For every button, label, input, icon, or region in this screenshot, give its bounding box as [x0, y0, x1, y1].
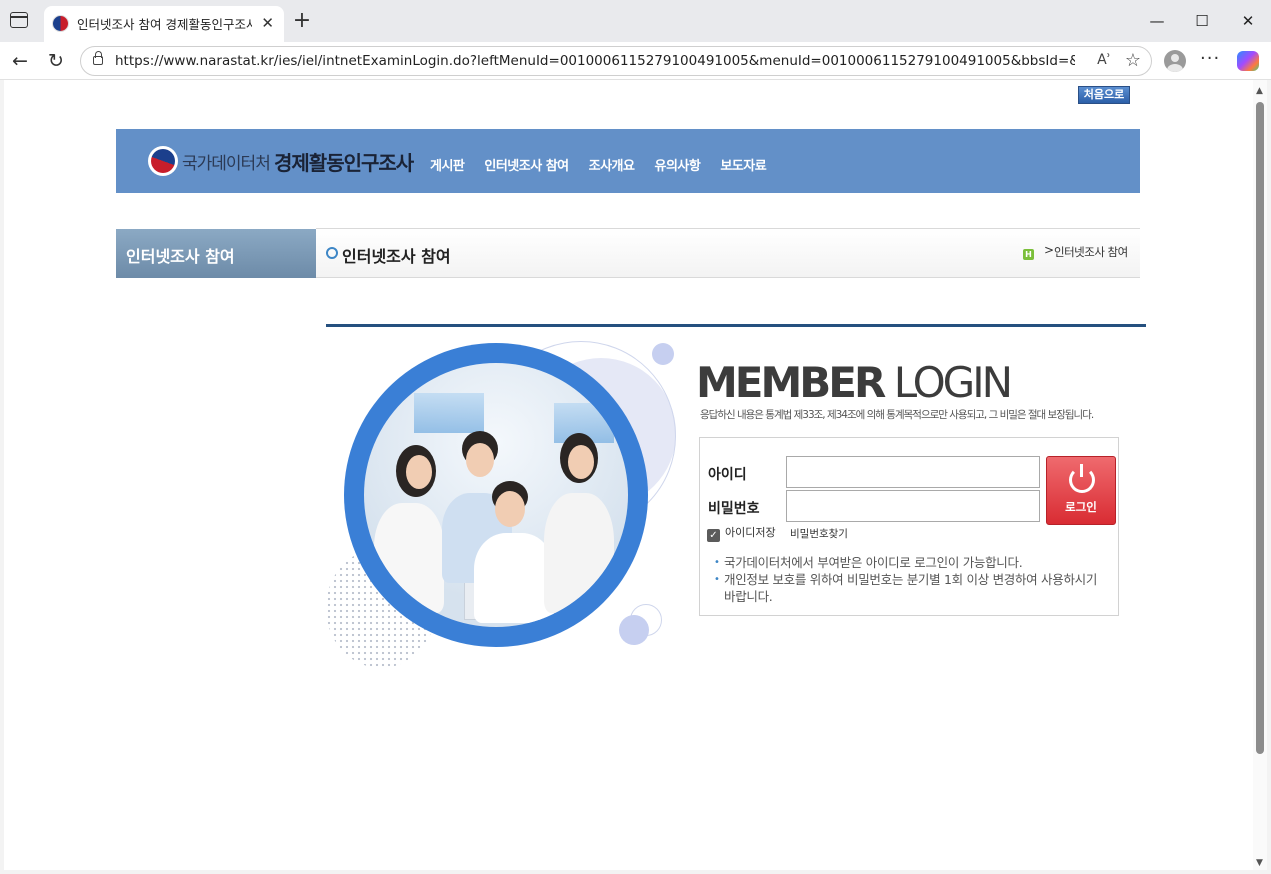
breadcrumb-arrow-icon: >	[1044, 243, 1055, 257]
reload-icon[interactable]: ↻	[44, 49, 68, 73]
login-guide-list: 국가데이터처에서 부여받은 아이디로 로그인이 가능합니다. 개인정보 보호를 …	[714, 554, 1104, 605]
browser-tab[interactable]: 인터넷조사 참여 경제활동인구조사 ✕	[44, 6, 284, 42]
vertical-scrollbar[interactable]: ▲ ▼	[1253, 80, 1267, 870]
member-title-bold: MEMBER	[696, 358, 886, 407]
menu-notices[interactable]: 유의사항	[654, 155, 700, 174]
section-divider	[326, 324, 1146, 327]
menu-internet-survey[interactable]: 인터넷조사 참여	[484, 155, 569, 174]
power-icon	[1069, 464, 1095, 493]
site-favicon-icon	[52, 15, 69, 32]
circle-bullet-icon	[326, 247, 338, 259]
privacy-notice: 응답하신 내용은 통계법 제33조, 제34조에 의해 통계목적으로만 사용되고…	[700, 409, 1094, 421]
site-header: 국가데이터처 경제활동인구조사 게시판 인터넷조사 참여 조사개요 유의사항 보…	[116, 129, 1140, 193]
home-button[interactable]: 처음으로	[1078, 86, 1130, 104]
member-login-title: MEMBER LOGIN	[696, 358, 1013, 407]
minimize-icon[interactable]: —	[1142, 10, 1172, 32]
more-menu-icon[interactable]: ···	[1200, 48, 1220, 69]
decor-dot-small	[619, 615, 649, 645]
main-navigation: 게시판 인터넷조사 참여 조사개요 유의사항 보도자료	[430, 155, 786, 174]
address-bar-row: ← ↻ https://www.narastat.kr/ies/iel/intn…	[0, 42, 1271, 80]
guide-item: 개인정보 보호를 위하여 비밀번호는 분기별 1회 이상 변경하여 사용하시기 …	[714, 571, 1104, 605]
profile-avatar-icon[interactable]	[1164, 50, 1186, 72]
content-header: 인터넷조사 참여 H > 인터넷조사 참여	[316, 228, 1140, 278]
login-illustration	[326, 338, 696, 668]
left-menu-title: 인터넷조사 참여	[116, 229, 316, 278]
copilot-icon[interactable]	[1237, 51, 1259, 71]
government-emblem-icon[interactable]	[148, 146, 178, 176]
scroll-up-icon[interactable]: ▲	[1256, 86, 1263, 96]
breadcrumb-current: 인터넷조사 참여	[1054, 245, 1128, 259]
breadcrumb-home-icon[interactable]: H	[1023, 249, 1034, 260]
menu-survey-overview[interactable]: 조사개요	[589, 155, 635, 174]
password-label: 비밀번호	[708, 501, 760, 517]
new-tab-icon[interactable]: +	[290, 8, 314, 34]
back-icon[interactable]: ←	[8, 49, 32, 73]
id-field[interactable]	[786, 456, 1040, 488]
favorite-star-icon[interactable]: ☆	[1125, 50, 1141, 71]
decor-dot	[652, 343, 674, 365]
scroll-thumb[interactable]	[1256, 102, 1264, 754]
save-id-checkbox[interactable]: ✓	[707, 529, 720, 542]
login-form: 아이디 비밀번호 로그인 ✓ 아이디저장 비밀번호찾기 국가데이터처에서 부여받…	[699, 437, 1119, 616]
tab-title: 인터넷조사 참여 경제활동인구조사	[77, 17, 252, 32]
login-button-label: 로그인	[1065, 500, 1097, 514]
window-close-icon[interactable]: ✕	[1233, 10, 1263, 32]
menu-press-releases[interactable]: 보도자료	[720, 155, 766, 174]
page-title: 인터넷조사 참여	[342, 247, 451, 266]
member-title-light: LOGIN	[893, 358, 1013, 407]
browser-tab-bar: 인터넷조사 참여 경제활동인구조사 ✕ + — ☐ ✕	[0, 0, 1271, 42]
tab-close-icon[interactable]: ✕	[261, 14, 274, 32]
scroll-down-icon[interactable]: ▼	[1256, 858, 1263, 868]
save-id-label[interactable]: 아이디저장	[725, 524, 776, 540]
sidebar-toggle-icon[interactable]	[10, 12, 28, 28]
url-text[interactable]: https://www.narastat.kr/ies/iel/intnetEx…	[115, 53, 1075, 69]
page-viewport: 처음으로 국가데이터처 경제활동인구조사 게시판 인터넷조사 참여 조사개요 유…	[4, 80, 1253, 870]
logo-survey-name[interactable]: 경제활동인구조사	[274, 147, 414, 176]
password-field[interactable]	[786, 490, 1040, 522]
menu-board[interactable]: 게시판	[430, 155, 465, 174]
id-label: 아이디	[708, 467, 747, 483]
maximize-icon[interactable]: ☐	[1187, 10, 1217, 32]
office-workers-photo	[364, 363, 628, 627]
find-password-link[interactable]: 비밀번호찾기	[790, 526, 848, 541]
url-field[interactable]: https://www.narastat.kr/ies/iel/intnetEx…	[80, 46, 1152, 76]
logo-org-name[interactable]: 국가데이터처	[182, 149, 271, 174]
read-aloud-icon[interactable]: Aʾ	[1097, 52, 1111, 68]
login-button[interactable]: 로그인	[1046, 456, 1116, 525]
lock-icon[interactable]	[93, 51, 103, 65]
guide-item: 국가데이터처에서 부여받은 아이디로 로그인이 가능합니다.	[714, 554, 1104, 571]
